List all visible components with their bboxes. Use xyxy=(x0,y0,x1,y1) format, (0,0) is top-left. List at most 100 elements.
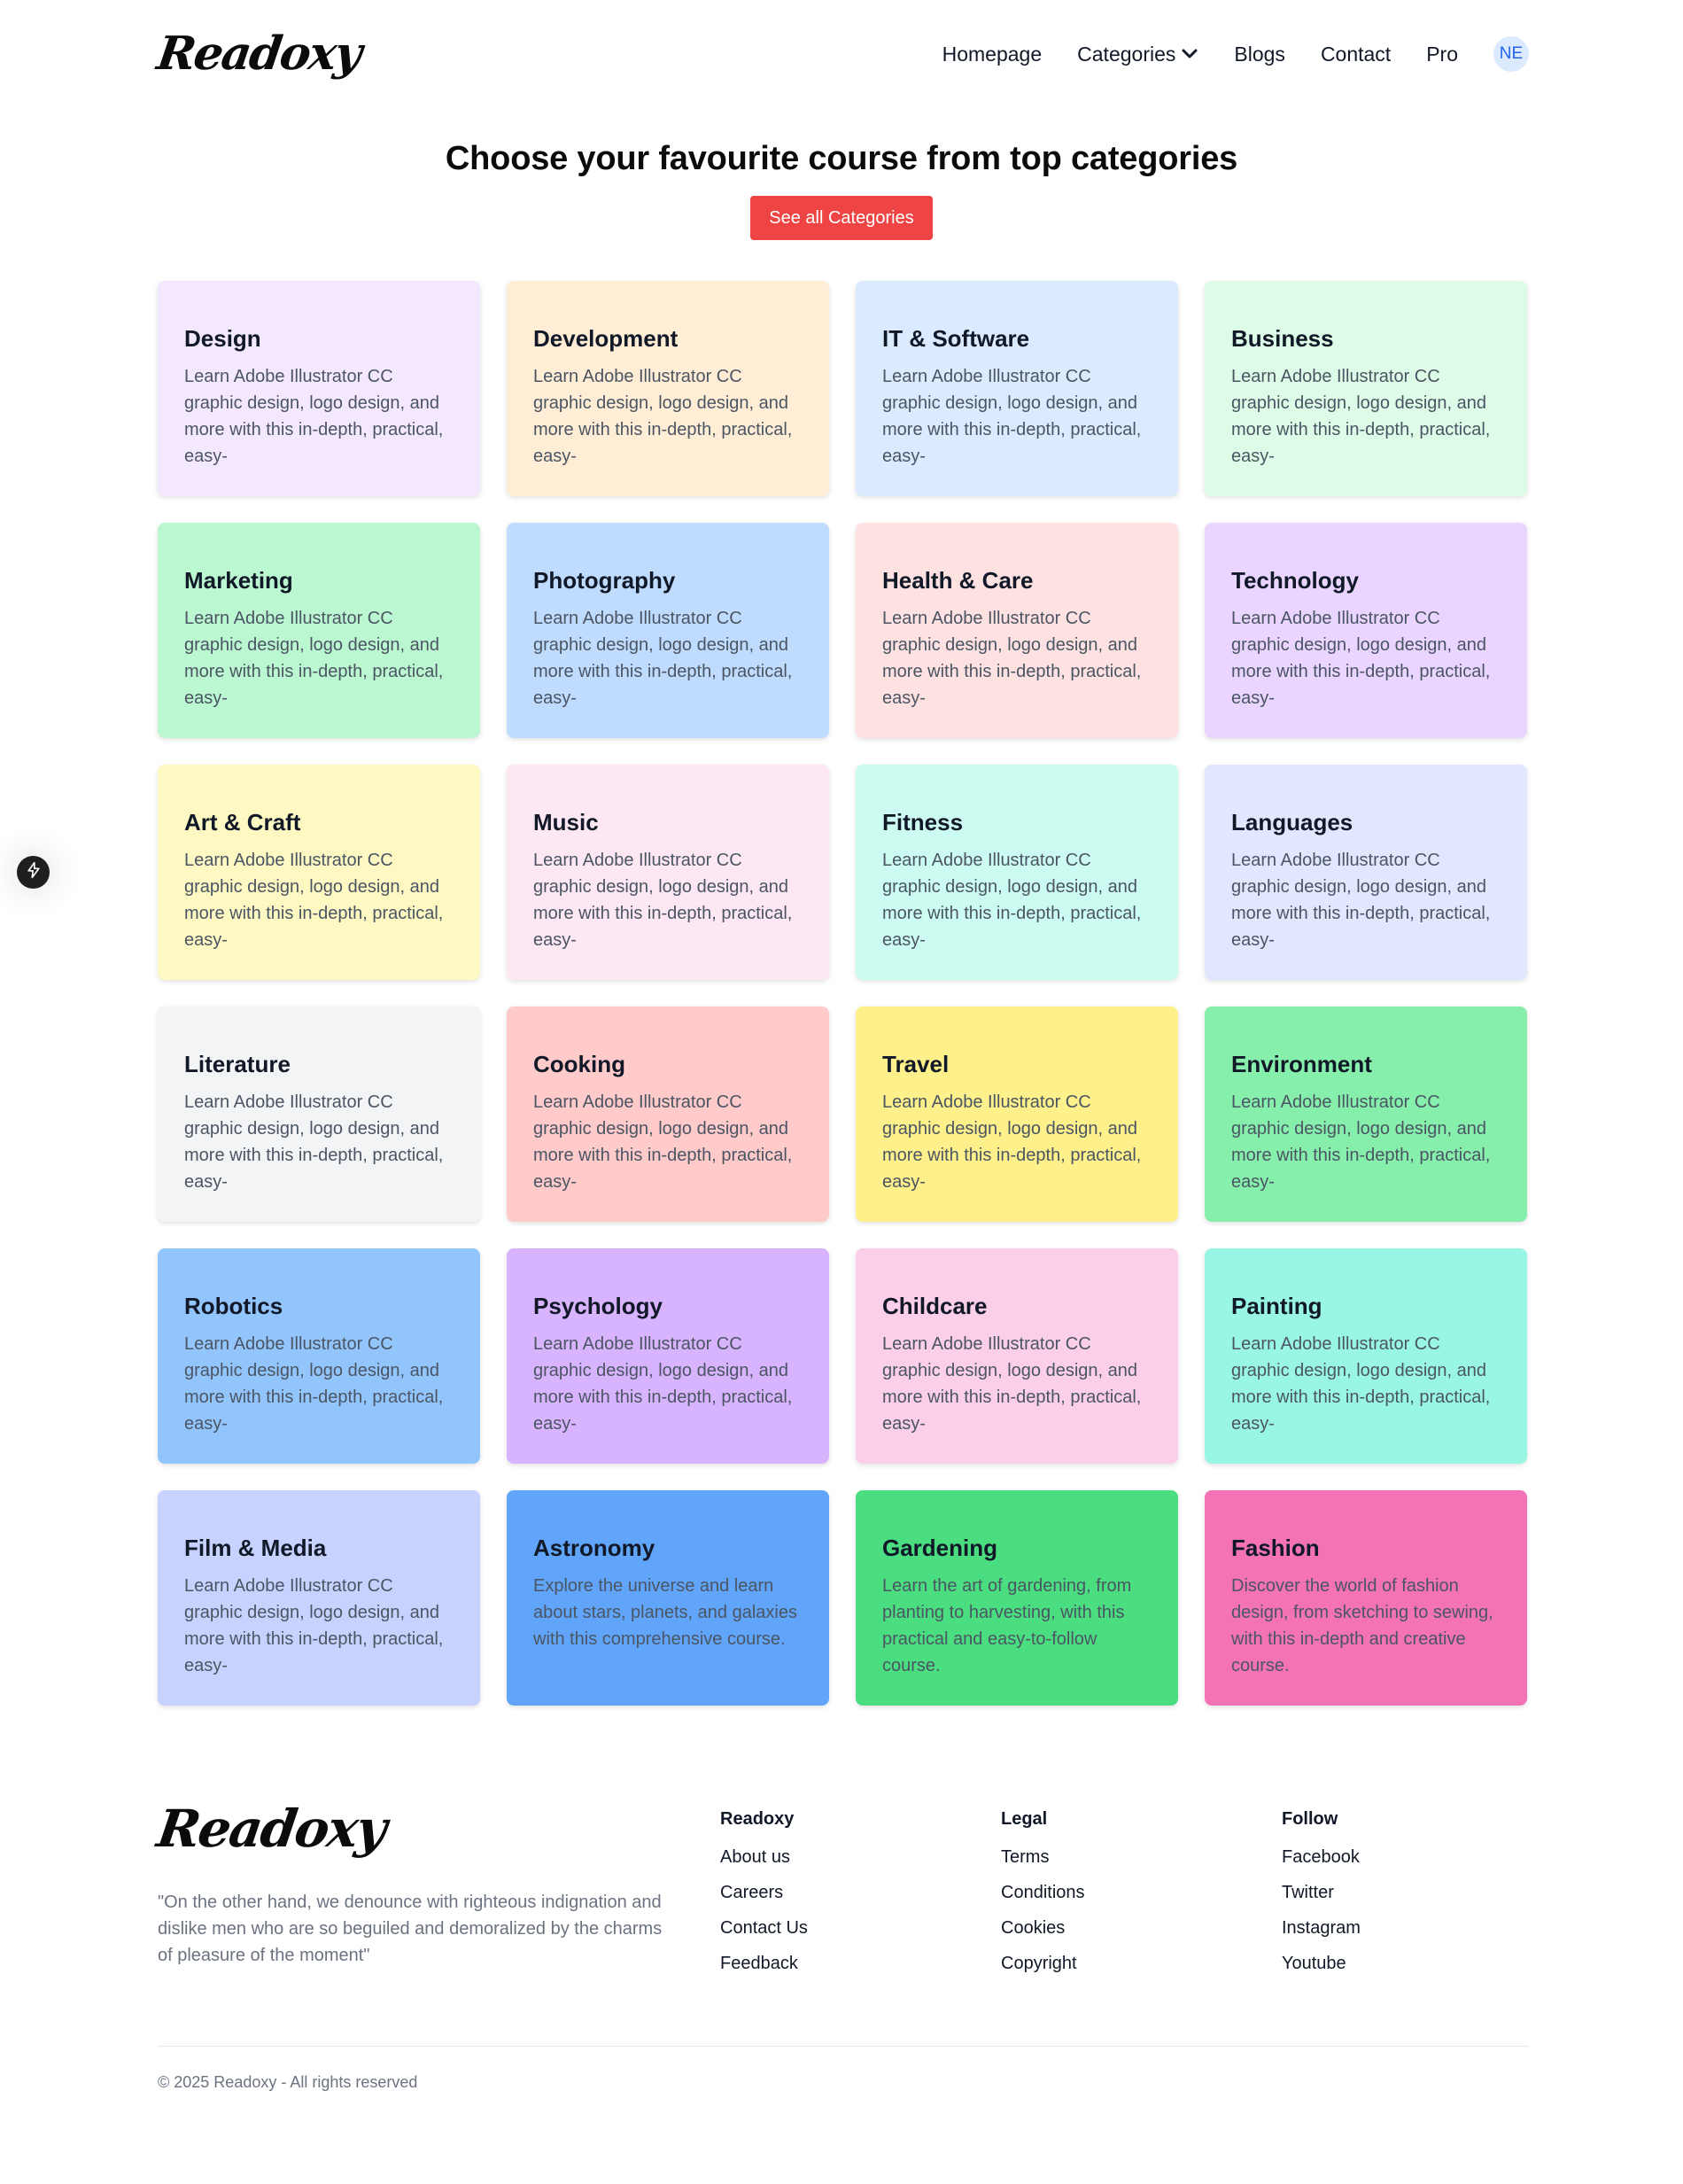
category-card-title: Music xyxy=(533,809,599,836)
category-card-description: Learn Adobe Illustrator CC graphic desig… xyxy=(1231,609,1491,708)
footer-logo[interactable]: Readoxy xyxy=(153,1799,685,1859)
category-card-description: Learn Adobe Illustrator CC graphic desig… xyxy=(882,367,1142,466)
footer-link-feedback[interactable]: Feedback xyxy=(720,1952,968,1975)
lightning-icon xyxy=(25,861,43,883)
category-card-title: Technology xyxy=(1231,567,1359,594)
category-card[interactable]: Painting Learn Adobe Illustrator CC graph… xyxy=(1205,1248,1527,1464)
category-card-description: Learn Adobe Illustrator CC graphic desig… xyxy=(1231,851,1491,950)
footer-link-youtube[interactable]: Youtube xyxy=(1282,1952,1530,1975)
category-card[interactable]: IT & Software Learn Adobe Illustrator CC … xyxy=(856,281,1178,496)
footer-link-twitter[interactable]: Twitter xyxy=(1282,1881,1530,1904)
category-card-description: Learn Adobe Illustrator CC graphic desig… xyxy=(184,367,444,466)
category-card-title: Environment xyxy=(1231,1051,1372,1077)
category-card-title: Film & Media xyxy=(184,1535,327,1561)
footer-link-instagram[interactable]: Instagram xyxy=(1282,1916,1530,1939)
category-card-description: Learn Adobe Illustrator CC graphic desig… xyxy=(1231,367,1491,466)
category-grid: Design Learn Adobe Illustrator CC graphic… xyxy=(158,281,1529,1706)
category-card-description: Learn Adobe Illustrator CC graphic desig… xyxy=(1231,1092,1491,1192)
nav-blogs[interactable]: Blogs xyxy=(1234,43,1285,66)
logo[interactable]: Readoxy xyxy=(154,27,364,81)
footer-column-follow: Follow Facebook Twitter Instagram Youtub… xyxy=(1282,1809,1530,1987)
category-card-description: Learn Adobe Illustrator CC graphic desig… xyxy=(882,851,1142,950)
footer-link-about-us[interactable]: About us xyxy=(720,1846,968,1869)
category-card[interactable]: Art & Craft Learn Adobe Illustrator CC gr… xyxy=(158,765,480,980)
category-card-description: Learn Adobe Illustrator CC graphic desig… xyxy=(184,1576,444,1675)
category-card-title: Business xyxy=(1231,325,1334,352)
category-card[interactable]: Business Learn Adobe Illustrator CC graph… xyxy=(1205,281,1527,496)
category-card-title: Painting xyxy=(1231,1293,1322,1319)
category-card[interactable]: Travel Learn Adobe Illustrator CC graphic… xyxy=(856,1007,1178,1222)
footer-link-cookies[interactable]: Cookies xyxy=(1001,1916,1249,1939)
nav-contact-label: Contact xyxy=(1320,42,1392,66)
category-card-title: Travel xyxy=(882,1051,950,1077)
chevron-down-icon xyxy=(1181,48,1198,60)
category-card[interactable]: Literature Learn Adobe Illustrator CC gra… xyxy=(158,1007,480,1222)
footer-column-title: Readoxy xyxy=(720,1809,795,1829)
see-all-categories-button[interactable]: See all Categories xyxy=(750,196,933,240)
category-card[interactable]: Fitness Learn Adobe Illustrator CC graphi… xyxy=(856,765,1178,980)
category-card-description: Discover the world of fashion design, fr… xyxy=(1231,1576,1493,1675)
category-card[interactable]: Childcare Learn Adobe Illustrator CC grap… xyxy=(856,1248,1178,1464)
category-card-description: Learn Adobe Illustrator CC graphic desig… xyxy=(184,1334,444,1434)
category-card[interactable]: Psychology Learn Adobe Illustrator CC gra… xyxy=(507,1248,829,1464)
category-card-title: Psychology xyxy=(533,1293,663,1319)
nav-homepage[interactable]: Homepage xyxy=(942,43,1043,66)
nav-contact[interactable]: Contact xyxy=(1321,43,1391,66)
avatar[interactable]: NE xyxy=(1493,36,1529,72)
category-card[interactable]: Cooking Learn Adobe Illustrator CC graphi… xyxy=(507,1007,829,1222)
nav-pro-label: Pro xyxy=(1426,42,1458,66)
category-card-title: Marketing xyxy=(184,567,293,594)
category-card-description: Learn Adobe Illustrator CC graphic desig… xyxy=(533,1092,793,1192)
category-card[interactable]: Film & Media Learn Adobe Illustrator CC g… xyxy=(158,1490,480,1706)
category-card[interactable]: Technology Learn Adobe Illustrator CC gra… xyxy=(1205,523,1527,738)
category-card-title: Languages xyxy=(1231,809,1353,836)
category-card[interactable]: Fashion Discover the world of fashion des… xyxy=(1205,1490,1527,1706)
category-card[interactable]: Astronomy Explore the universe and learn … xyxy=(507,1490,829,1706)
category-card-description: Learn Adobe Illustrator CC graphic desig… xyxy=(882,1334,1142,1434)
footer-column-legal: Legal Terms Conditions Cookies Copyright xyxy=(1001,1809,1249,1987)
footer-link-contact-us[interactable]: Contact Us xyxy=(720,1916,968,1939)
category-card-description: Learn Adobe Illustrator CC graphic desig… xyxy=(533,609,793,708)
category-card-title: Astronomy xyxy=(533,1535,655,1561)
floating-action-button[interactable] xyxy=(17,856,50,889)
category-card-title: Robotics xyxy=(184,1293,283,1319)
category-card[interactable]: Development Learn Adobe Illustrator CC gr… xyxy=(507,281,829,496)
category-card[interactable]: Marketing Learn Adobe Illustrator CC grap… xyxy=(158,523,480,738)
category-card[interactable]: Gardening Learn the art of gardening, fro… xyxy=(856,1490,1178,1706)
footer-link-terms[interactable]: Terms xyxy=(1001,1846,1249,1869)
category-card[interactable]: Photography Learn Adobe Illustrator CC gr… xyxy=(507,523,829,738)
category-card-title: Health & Care xyxy=(882,567,1034,594)
footer-link-careers[interactable]: Careers xyxy=(720,1881,968,1904)
category-card-description: Learn Adobe Illustrator CC graphic desig… xyxy=(882,1092,1142,1192)
category-card[interactable]: Environment Learn Adobe Illustrator CC gr… xyxy=(1205,1007,1527,1222)
category-card-title: Photography xyxy=(533,567,676,594)
main-nav: Homepage Categories Blogs Contact Pro NE xyxy=(942,36,1529,72)
category-card-description: Learn Adobe Illustrator CC graphic desig… xyxy=(184,851,444,950)
page-title: Choose your favourite course from top ca… xyxy=(445,140,1238,177)
category-card-title: Cooking xyxy=(533,1051,625,1077)
copyright-text: © 2025 Readoxy - All rights reserved xyxy=(158,2073,418,2091)
category-card-description: Learn Adobe Illustrator CC graphic desig… xyxy=(533,367,793,466)
nav-pro[interactable]: Pro xyxy=(1426,43,1458,66)
category-card[interactable]: Robotics Learn Adobe Illustrator CC graph… xyxy=(158,1248,480,1464)
category-card-description: Explore the universe and learn about sta… xyxy=(533,1576,797,1649)
nav-categories-dropdown[interactable]: Categories xyxy=(1077,43,1198,66)
category-card[interactable]: Design Learn Adobe Illustrator CC graphic… xyxy=(158,281,480,496)
category-card-title: Fashion xyxy=(1231,1535,1320,1561)
category-card-title: IT & Software xyxy=(882,325,1030,352)
category-card[interactable]: Music Learn Adobe Illustrator CC graphic … xyxy=(507,765,829,980)
footer-divider xyxy=(158,2046,1529,2047)
footer-link-facebook[interactable]: Facebook xyxy=(1282,1846,1530,1869)
category-card-title: Design xyxy=(184,325,261,352)
site-header: Readoxy Homepage Categories Blogs Contac… xyxy=(154,0,1529,108)
footer-column-title: Legal xyxy=(1001,1809,1048,1829)
footer-column-title: Follow xyxy=(1282,1809,1338,1829)
category-card[interactable]: Health & Care Learn Adobe Illustrator CC … xyxy=(856,523,1178,738)
category-card-description: Learn the art of gardening, from plantin… xyxy=(882,1576,1132,1675)
category-card-description: Learn Adobe Illustrator CC graphic desig… xyxy=(184,1092,444,1192)
footer-link-conditions[interactable]: Conditions xyxy=(1001,1881,1249,1904)
category-card-title: Childcare xyxy=(882,1293,988,1319)
footer-link-copyright[interactable]: Copyright xyxy=(1001,1952,1249,1975)
footer-quote: "On the other hand, we denounce with rig… xyxy=(158,1893,663,1965)
category-card[interactable]: Languages Learn Adobe Illustrator CC grap… xyxy=(1205,765,1527,980)
